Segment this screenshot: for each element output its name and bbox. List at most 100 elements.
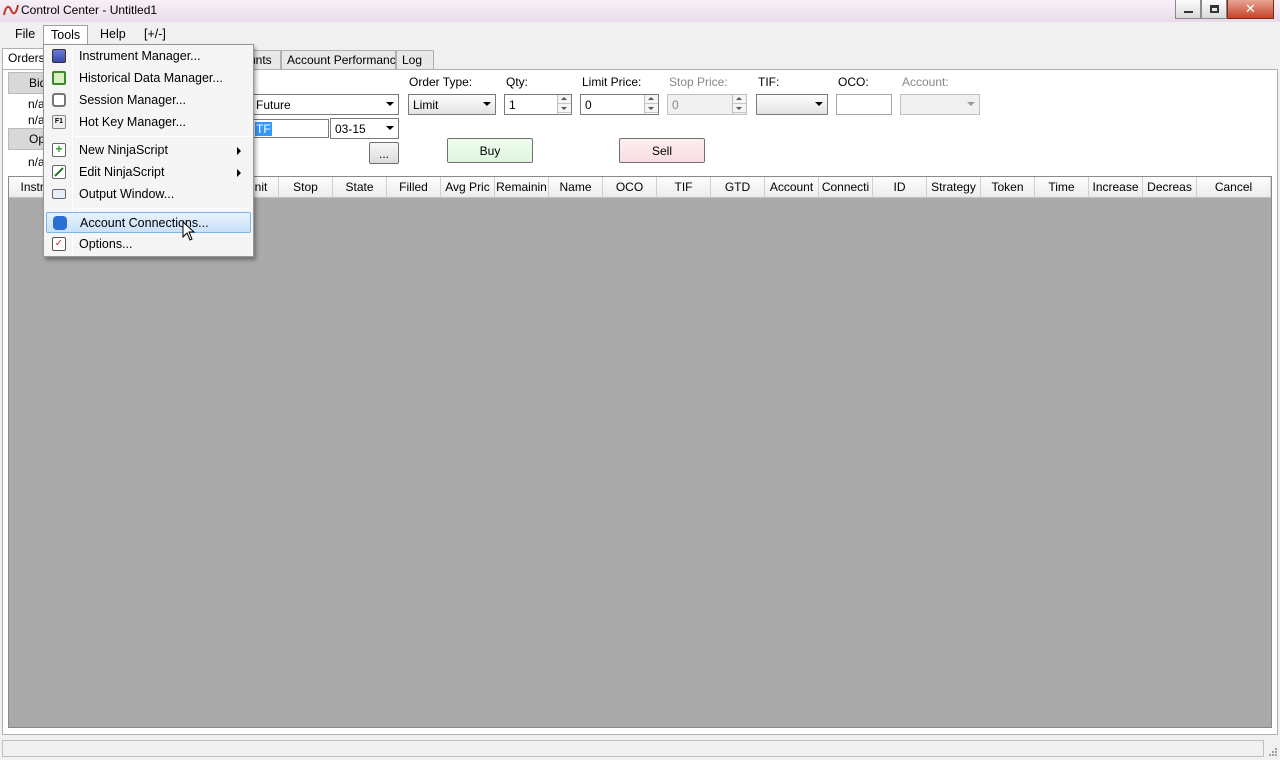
menu-file[interactable]: File bbox=[8, 25, 42, 44]
orders-grid[interactable]: Instru nit Stop State Filled Avg Pric Remainin… bbox=[8, 176, 1272, 728]
qty-label: Qty: bbox=[506, 75, 529, 89]
tab-log[interactable]: Log bbox=[396, 50, 434, 69]
column-header-account[interactable]: Account bbox=[765, 177, 819, 197]
spin-up-icon bbox=[733, 95, 746, 104]
chevron-down-icon bbox=[483, 102, 491, 106]
symbol-value: TF bbox=[255, 122, 272, 136]
menu-item-new-ninjascript[interactable]: + New NinjaScript bbox=[46, 140, 251, 161]
column-header-increase[interactable]: Increase bbox=[1089, 177, 1143, 197]
tif-label: TIF: bbox=[758, 75, 780, 89]
column-header-oco[interactable]: OCO bbox=[603, 177, 657, 197]
oco-input[interactable] bbox=[836, 94, 892, 115]
window-title: Control Center - Untitled1 bbox=[21, 3, 158, 17]
order-type-value: Limit bbox=[413, 98, 439, 112]
menu-toggle[interactable]: [+/-] bbox=[137, 25, 173, 44]
historical-data-icon bbox=[52, 71, 66, 85]
account-connections-icon bbox=[53, 216, 67, 230]
instrument-manager-icon bbox=[52, 49, 66, 63]
oco-label: OCO: bbox=[838, 75, 869, 89]
tab-orders[interactable]: Orders bbox=[2, 48, 46, 70]
qty-value: 1 bbox=[509, 98, 516, 112]
chevron-down-icon bbox=[386, 126, 394, 130]
column-header-filled[interactable]: Filled bbox=[387, 177, 441, 197]
tools-menu: Instrument Manager... Historical Data Ma… bbox=[43, 44, 254, 257]
hot-key-icon: F1 bbox=[52, 115, 66, 129]
spin-up-icon[interactable] bbox=[558, 95, 571, 104]
column-header-remainin[interactable]: Remainin bbox=[495, 177, 549, 197]
minimize-button[interactable] bbox=[1175, 0, 1201, 19]
close-icon: ✕ bbox=[1245, 1, 1256, 17]
menu-item-account-connections[interactable]: Account Connections... bbox=[46, 212, 251, 233]
column-header-avg-pric[interactable]: Avg Pric bbox=[441, 177, 495, 197]
ninjatrader-logo-icon bbox=[3, 4, 19, 16]
stop-price-stepper: 0 bbox=[667, 94, 747, 115]
menu-item-options[interactable]: ✓ Options... bbox=[46, 234, 251, 255]
instrument-type-value: Future bbox=[256, 98, 291, 112]
spin-down-icon[interactable] bbox=[645, 104, 658, 113]
account-label: Account: bbox=[902, 75, 949, 89]
options-icon: ✓ bbox=[52, 237, 66, 251]
limit-price-label: Limit Price: bbox=[582, 75, 642, 89]
spin-down-icon bbox=[733, 104, 746, 113]
limit-price-value: 0 bbox=[585, 98, 592, 112]
output-window-icon bbox=[52, 189, 66, 199]
resize-grip-icon[interactable] bbox=[1266, 742, 1278, 757]
column-header-decreas[interactable]: Decreas bbox=[1143, 177, 1197, 197]
session-manager-icon bbox=[52, 93, 66, 107]
order-type-label: Order Type: bbox=[409, 75, 473, 89]
submenu-arrow-icon bbox=[237, 169, 241, 177]
expiry-select[interactable]: 03-15 bbox=[330, 118, 399, 139]
column-header-strategy[interactable]: Strategy bbox=[927, 177, 981, 197]
column-header-name[interactable]: Name bbox=[549, 177, 603, 197]
account-select bbox=[900, 94, 980, 115]
menu-separator bbox=[75, 136, 250, 137]
menu-item-session-manager[interactable]: Session Manager... bbox=[46, 90, 251, 111]
menu-item-hot-key-manager[interactable]: F1 Hot Key Manager... bbox=[46, 112, 251, 133]
menu-separator bbox=[75, 208, 250, 209]
spin-down-icon[interactable] bbox=[558, 104, 571, 113]
column-header-token[interactable]: Token bbox=[981, 177, 1035, 197]
stop-price-value: 0 bbox=[672, 98, 679, 112]
status-bar bbox=[2, 740, 1264, 757]
chevron-down-icon bbox=[815, 102, 823, 106]
menu-item-instrument-manager[interactable]: Instrument Manager... bbox=[46, 46, 251, 67]
new-script-icon: + bbox=[52, 143, 66, 157]
column-header-connecti[interactable]: Connecti bbox=[819, 177, 873, 197]
order-type-select[interactable]: Limit bbox=[408, 94, 496, 115]
buy-button[interactable]: Buy bbox=[447, 138, 533, 163]
symbol-input[interactable]: TF bbox=[251, 119, 329, 138]
expiry-value: 03-15 bbox=[335, 122, 366, 136]
sell-button[interactable]: Sell bbox=[619, 138, 705, 163]
menu-bar: File Tools Help [+/-] bbox=[0, 22, 1280, 45]
column-header-cancel[interactable]: Cancel bbox=[1197, 177, 1271, 197]
instrument-picker-button[interactable]: ... bbox=[369, 142, 399, 164]
menu-item-edit-ninjascript[interactable]: Edit NinjaScript bbox=[46, 162, 251, 183]
close-button[interactable]: ✕ bbox=[1227, 0, 1274, 19]
tif-select[interactable] bbox=[756, 94, 828, 115]
edit-script-icon bbox=[52, 165, 66, 179]
submenu-arrow-icon bbox=[237, 147, 241, 155]
menu-item-output-window[interactable]: Output Window... bbox=[46, 184, 251, 205]
tab-account-performance[interactable]: Account Performance bbox=[281, 50, 402, 69]
minimize-icon bbox=[1183, 11, 1193, 13]
instrument-type-select[interactable]: Future bbox=[251, 94, 399, 115]
qty-stepper[interactable]: 1 bbox=[504, 94, 572, 115]
restore-button[interactable] bbox=[1201, 0, 1227, 19]
column-header-state[interactable]: State bbox=[333, 177, 387, 197]
chevron-down-icon bbox=[967, 102, 975, 106]
column-header-stop[interactable]: Stop bbox=[279, 177, 333, 197]
stop-price-label: Stop Price: bbox=[669, 75, 728, 89]
menu-help[interactable]: Help bbox=[93, 25, 133, 44]
spin-up-icon[interactable] bbox=[645, 95, 658, 104]
column-header-id[interactable]: ID bbox=[873, 177, 927, 197]
restore-icon bbox=[1209, 5, 1219, 13]
column-header-time[interactable]: Time bbox=[1035, 177, 1089, 197]
chevron-down-icon bbox=[386, 102, 394, 106]
menu-tools[interactable]: Tools bbox=[43, 25, 89, 44]
column-header-gtd[interactable]: GTD bbox=[711, 177, 765, 197]
title-bar: Control Center - Untitled1 ✕ bbox=[0, 0, 1280, 22]
limit-price-stepper[interactable]: 0 bbox=[580, 94, 659, 115]
column-header-tif[interactable]: TIF bbox=[657, 177, 711, 197]
menu-item-historical-data-manager[interactable]: Historical Data Manager... bbox=[46, 68, 251, 89]
mouse-cursor-icon bbox=[182, 221, 196, 241]
